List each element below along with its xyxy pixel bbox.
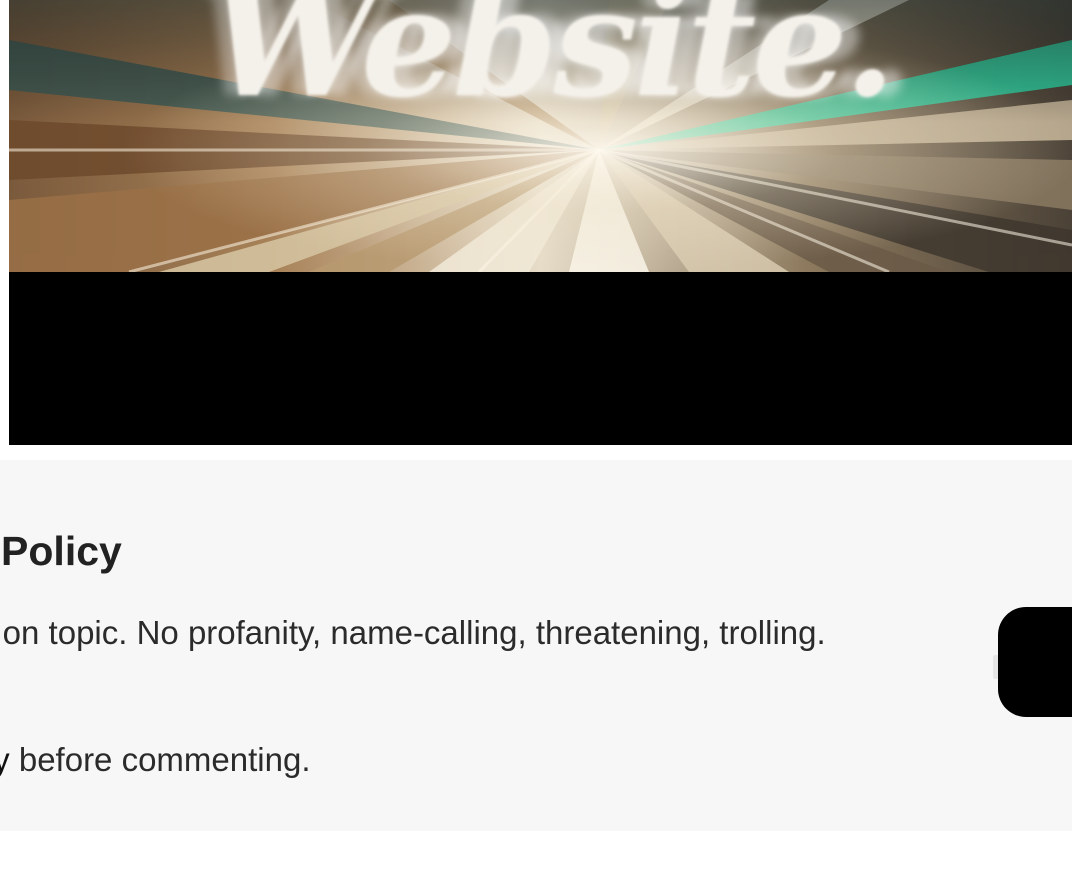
video-overlay-title: Website. [209, 0, 896, 131]
video-letterbox [9, 272, 1072, 445]
comment-policy-link[interactable]: licy [0, 741, 10, 778]
comment-policy-title: t Policy [0, 528, 122, 574]
comment-policy-rule: y on topic. No profanity, name-calling, … [0, 614, 826, 651]
comment-policy-panel: t Policy y on topic. No profanity, name-… [0, 460, 1072, 831]
video-player[interactable]: Website. [9, 0, 1072, 445]
comment-policy-note-text: before commenting. [9, 741, 311, 778]
comment-policy-action-button[interactable] [998, 607, 1072, 717]
page: Website. t Policy y on topic. No profani… [0, 0, 1072, 876]
comment-policy-note: licy before commenting. [0, 740, 311, 780]
video-frame-image: Website. [9, 0, 1072, 272]
